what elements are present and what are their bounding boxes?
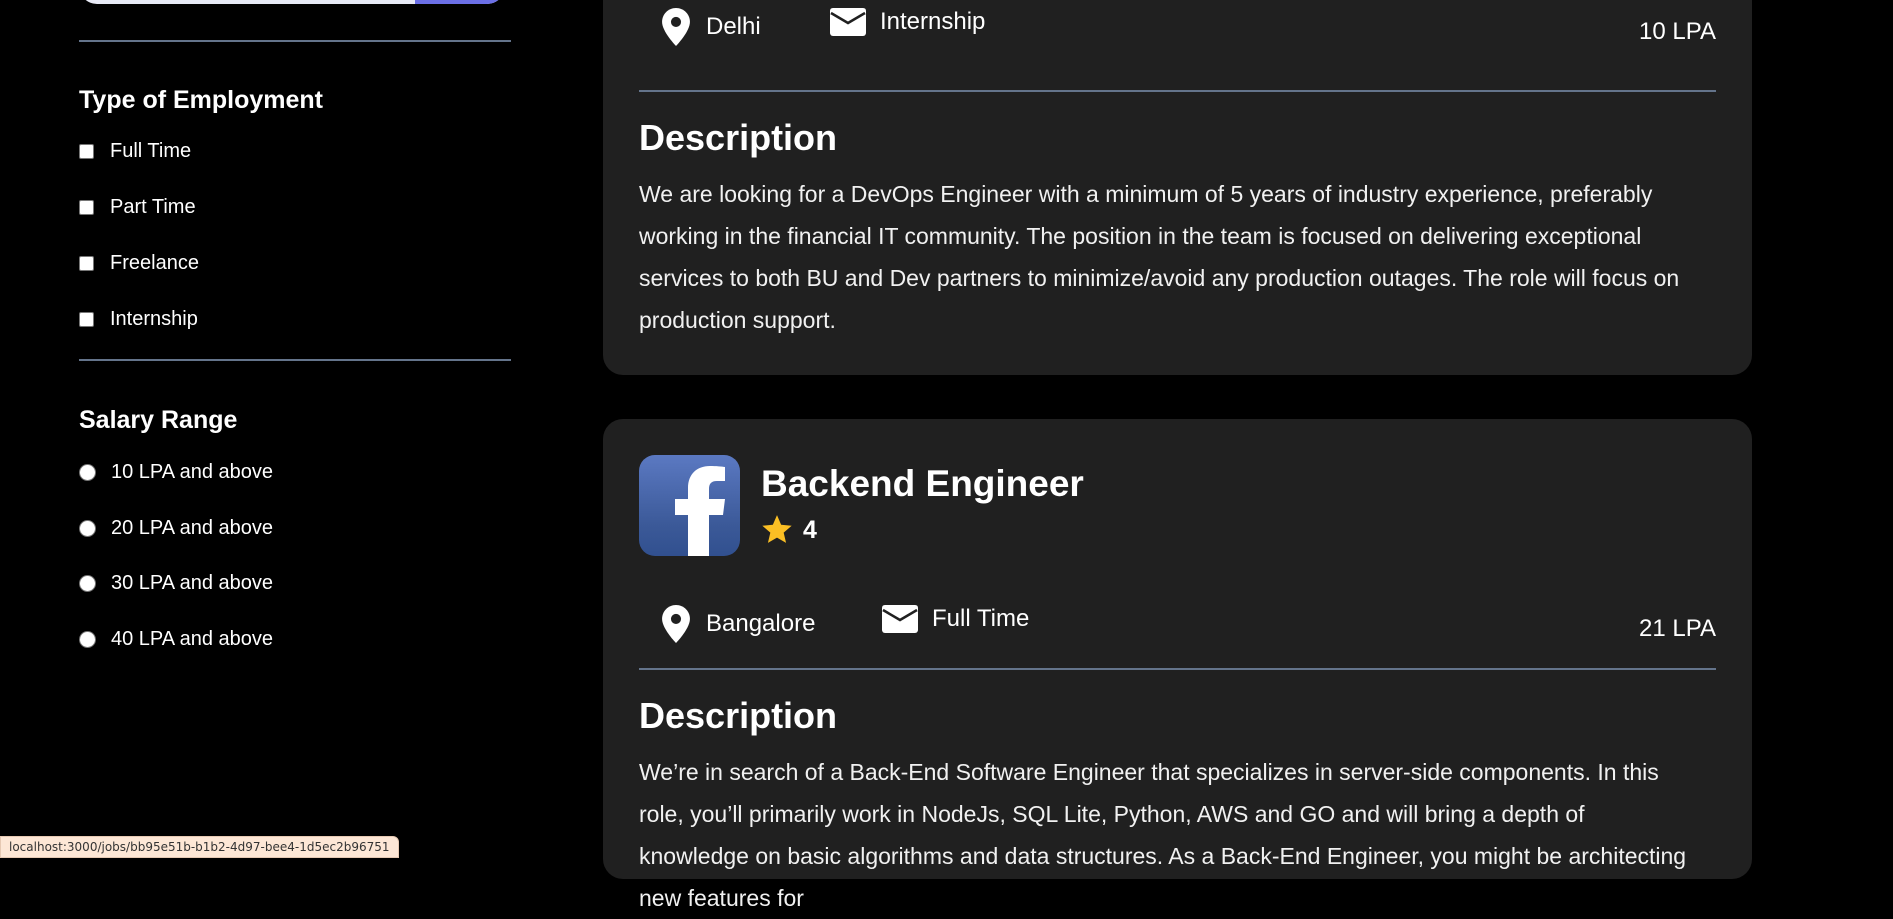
sidebar-separator bbox=[79, 359, 511, 361]
rating: 4 bbox=[761, 515, 817, 546]
location: Bangalore bbox=[660, 605, 815, 643]
package-text: 21 LPA bbox=[1639, 615, 1716, 642]
rating-value: 4 bbox=[803, 516, 817, 544]
sidebar-separator bbox=[79, 40, 511, 42]
salary-option-40[interactable]: 40 LPA and above bbox=[79, 626, 273, 652]
employment-type: Internship bbox=[830, 8, 985, 36]
employment-type-text: Full Time bbox=[932, 605, 1030, 632]
location-pin-icon bbox=[662, 8, 690, 46]
package-text: 10 LPA bbox=[1639, 18, 1716, 45]
salary-40-radio[interactable] bbox=[79, 630, 96, 648]
employment-option-full-time[interactable]: Full Time bbox=[79, 138, 191, 164]
salary-option-10[interactable]: 10 LPA and above bbox=[79, 459, 273, 485]
internship-label: Internship bbox=[110, 307, 198, 330]
salary-30-radio[interactable] bbox=[79, 574, 96, 592]
facebook-f-icon bbox=[675, 466, 725, 556]
internship-checkbox[interactable] bbox=[79, 311, 94, 327]
salary-option-20[interactable]: 20 LPA and above bbox=[79, 515, 273, 541]
salary-10-label: 10 LPA and above bbox=[111, 460, 273, 483]
job-title: Backend Engineer bbox=[761, 463, 1084, 504]
salary-range-heading: Salary Range bbox=[79, 406, 238, 434]
part-time-label: Part Time bbox=[110, 195, 196, 218]
description-heading: Description bbox=[639, 695, 838, 736]
employment-option-freelance[interactable]: Freelance bbox=[79, 250, 199, 276]
employment-type-text: Internship bbox=[880, 8, 986, 35]
description-text: We are looking for a DevOps Engineer wit… bbox=[639, 181, 1680, 333]
salary-40-label: 40 LPA and above bbox=[111, 627, 273, 650]
employment-option-part-time[interactable]: Part Time bbox=[79, 194, 196, 220]
job-meta-row: Delhi Internship 10 LPA bbox=[603, 8, 1752, 58]
location-text: Delhi bbox=[706, 13, 761, 40]
full-time-checkbox[interactable] bbox=[79, 143, 94, 159]
job-card[interactable]: Delhi Internship 10 LPA Description We a… bbox=[603, 0, 1752, 375]
employment-type: Full Time bbox=[882, 605, 1029, 633]
freelance-checkbox[interactable] bbox=[79, 255, 94, 271]
location-text: Bangalore bbox=[706, 610, 816, 637]
description-text: We’re in search of a Back-End Software E… bbox=[639, 759, 1687, 911]
job-card[interactable]: Backend Engineer 4 Bangalore Full Time 2… bbox=[603, 419, 1752, 911]
part-time-checkbox[interactable] bbox=[79, 199, 94, 215]
employment-option-internship[interactable]: Internship bbox=[79, 306, 198, 332]
salary-option-30[interactable]: 30 LPA and above bbox=[79, 570, 273, 596]
salary-20-label: 20 LPA and above bbox=[111, 516, 273, 539]
description-heading: Description bbox=[639, 117, 838, 158]
salary-30-label: 30 LPA and above bbox=[111, 571, 273, 594]
status-bar-url: localhost:3000/jobs/bb95e51b-b1b2-4d97-b… bbox=[0, 836, 399, 858]
envelope-icon bbox=[882, 605, 918, 633]
card-separator bbox=[639, 90, 1716, 92]
job-meta-row: Bangalore Full Time 21 LPA bbox=[603, 605, 1752, 655]
salary-10-radio[interactable] bbox=[79, 463, 96, 481]
star-icon bbox=[762, 515, 792, 543]
profile-card-edge bbox=[79, 0, 505, 4]
card-separator bbox=[639, 668, 1716, 670]
location-pin-icon bbox=[662, 605, 690, 643]
full-time-label: Full Time bbox=[110, 139, 192, 162]
freelance-label: Freelance bbox=[110, 251, 199, 274]
company-logo bbox=[639, 455, 740, 556]
location: Delhi bbox=[660, 8, 761, 46]
envelope-icon bbox=[830, 8, 866, 36]
employment-type-heading: Type of Employment bbox=[79, 86, 324, 114]
salary-20-radio[interactable] bbox=[79, 519, 96, 537]
